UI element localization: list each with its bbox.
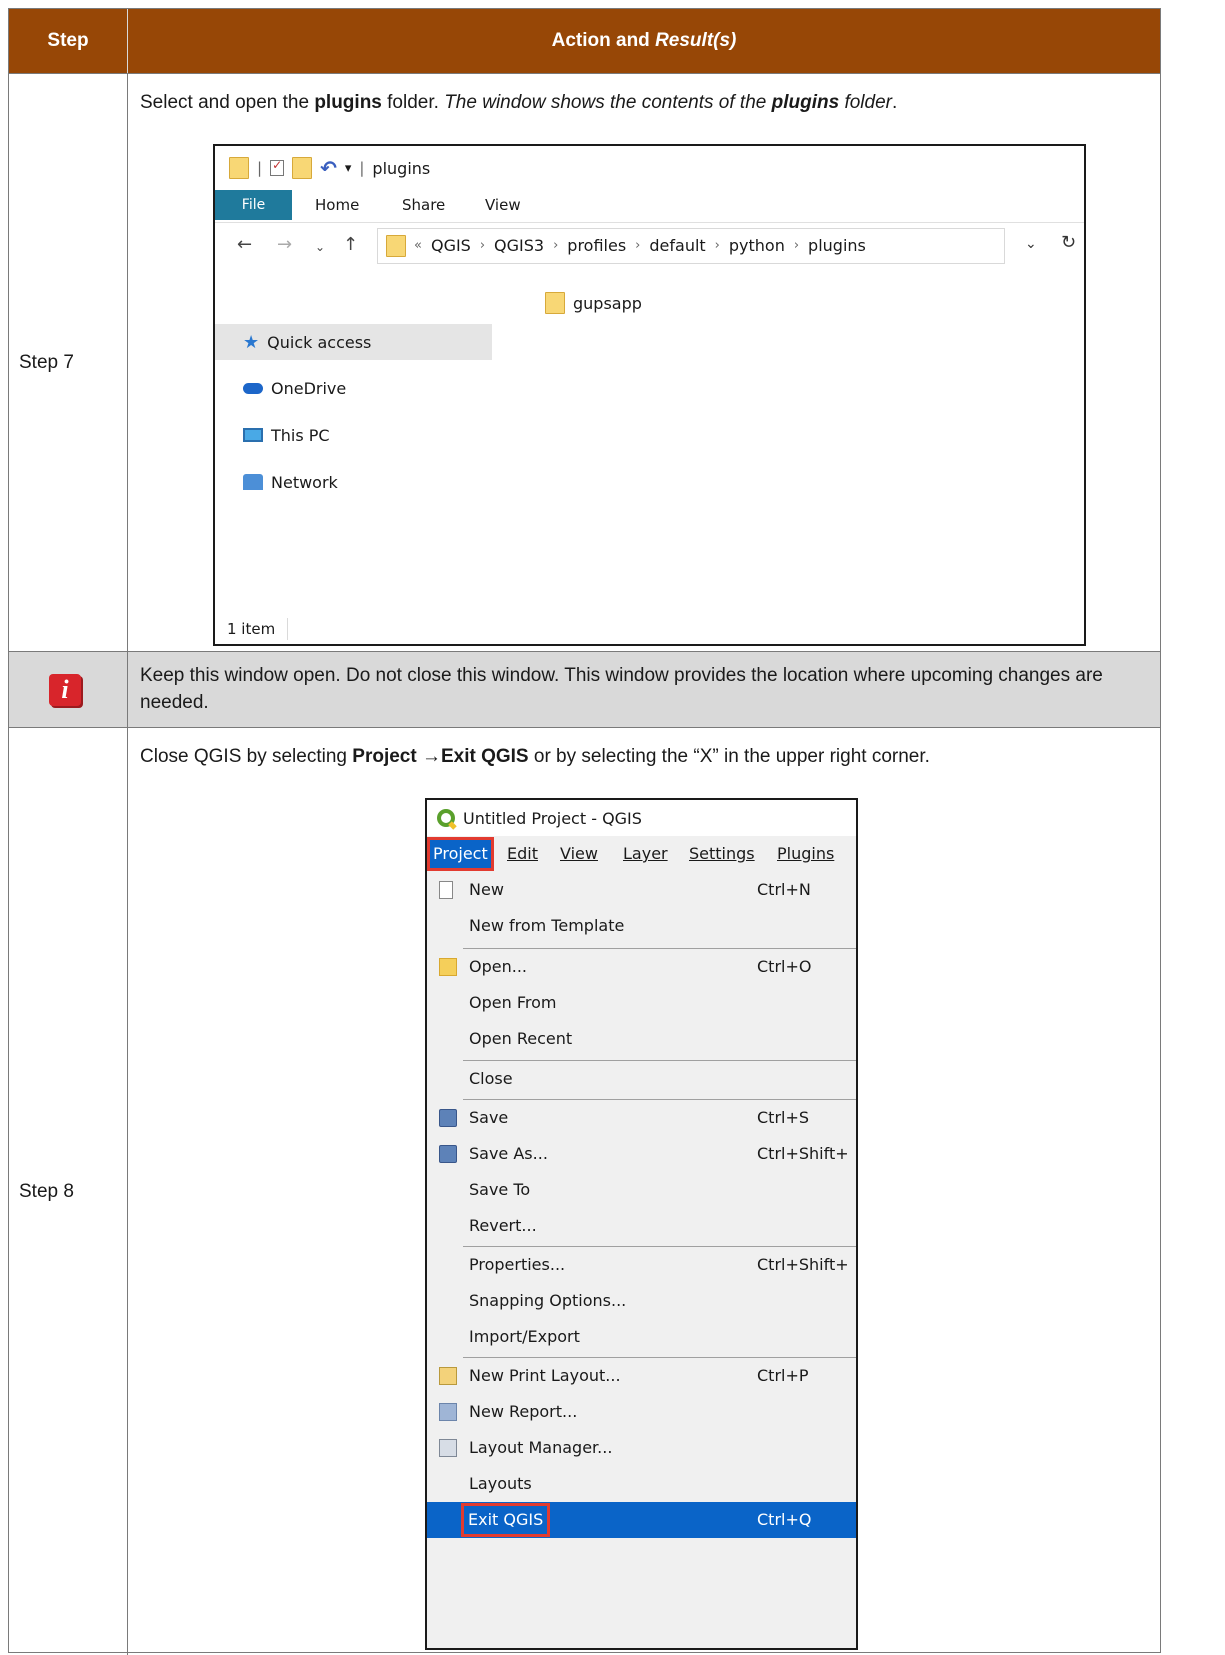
save-as-icon <box>439 1145 457 1163</box>
menu-layer[interactable]: Layer <box>623 837 668 871</box>
breadcrumb-qgis3[interactable]: QGIS3 <box>494 236 544 255</box>
breadcrumb-default[interactable]: default <box>649 236 705 255</box>
menu-item-layout-manager[interactable]: Layout Manager... <box>427 1430 856 1466</box>
menu-item-open[interactable]: Open... Ctrl+O <box>427 949 856 985</box>
sidebar-item-onedrive[interactable]: OneDrive <box>243 370 518 406</box>
item-count: 1 item <box>227 620 276 638</box>
navigation-pane: ★ Quick access OneDrive This PC Network <box>215 270 521 610</box>
forward-icon[interactable]: → <box>277 234 292 255</box>
tab-share[interactable]: Share <box>402 190 445 220</box>
chevron-down-icon[interactable]: ⌄ <box>1025 236 1037 252</box>
new-file-icon <box>439 881 453 899</box>
undo-icon[interactable]: ↶ <box>320 156 337 180</box>
up-icon[interactable]: ↑ <box>343 234 358 255</box>
header-step: Step <box>9 9 128 73</box>
menu-view[interactable]: View <box>560 837 598 871</box>
header-action: Action and Result(s) <box>551 30 737 51</box>
menu-item-save[interactable]: Save Ctrl+S <box>427 1100 856 1136</box>
customize-toolbar-icon[interactable]: ▾ <box>345 161 352 176</box>
menu-plugins[interactable]: Plugins <box>777 837 834 871</box>
sidebar-item-quick-access[interactable]: ★ Quick access <box>215 324 492 360</box>
refresh-icon[interactable]: ↻ <box>1061 232 1076 253</box>
tab-file[interactable]: File <box>215 190 292 220</box>
qgis-logo-icon <box>437 809 455 827</box>
menu-item-new-from-template[interactable]: New from Template <box>427 908 856 944</box>
qgis-window: Untitled Project - QGIS Project Edit Vie… <box>425 798 858 1650</box>
print-layout-icon <box>439 1367 457 1385</box>
address-bar-row: ← → ⌄ ↑ « QGIS › QGIS3 › profiles › defa… <box>215 228 1084 268</box>
star-icon: ★ <box>243 331 260 353</box>
menu-item-save-to[interactable]: Save To <box>427 1172 856 1208</box>
chevron-right-icon[interactable]: › <box>553 238 558 253</box>
breadcrumb-qgis[interactable]: QGIS <box>431 236 471 255</box>
menu-item-import-export[interactable]: Import/Export <box>427 1319 856 1355</box>
window-title: Untitled Project - QGIS <box>463 808 642 828</box>
ribbon-tabs: File Home Share View <box>215 188 1084 223</box>
menu-item-snapping-options[interactable]: Snapping Options... <box>427 1283 856 1319</box>
address-input[interactable]: « QGIS › QGIS3 › profiles › default › py… <box>377 228 1005 264</box>
chevron-right-icon[interactable]: › <box>715 238 720 253</box>
menu-bar: Project Edit View Layer Settings Plugins <box>427 837 856 871</box>
sidebar-item-this-pc[interactable]: This PC <box>243 417 518 453</box>
new-folder-icon[interactable] <box>292 157 313 179</box>
project-menu: New Ctrl+N New from Template Open... Ctrl+… <box>427 872 856 1648</box>
menu-item-new-report[interactable]: New Report... <box>427 1394 856 1430</box>
menu-item-save-as[interactable]: Save As... Ctrl+Shift+ <box>427 1136 856 1172</box>
step-label: Step 7 <box>19 352 74 373</box>
chevron-right-icon[interactable]: › <box>480 238 485 253</box>
folder-icon <box>386 235 406 257</box>
step-label: Step 8 <box>19 1180 74 1202</box>
folder-icon <box>229 157 249 179</box>
chevron-right-icon[interactable]: › <box>794 238 799 253</box>
network-icon <box>243 474 263 490</box>
breadcrumb-profiles[interactable]: profiles <box>567 236 626 255</box>
menu-item-layouts[interactable]: Layouts <box>427 1466 856 1502</box>
file-explorer-window: | ↶ ▾ | plugins File Home Share View ← → <box>213 144 1086 646</box>
folder-icon <box>439 958 457 976</box>
info-icon: i <box>49 674 81 706</box>
properties-icon[interactable] <box>270 158 285 176</box>
breadcrumb-plugins[interactable]: plugins <box>808 236 866 255</box>
table-header: Step Action and Result(s) <box>9 9 1160 73</box>
menu-settings[interactable]: Settings <box>689 837 755 871</box>
qgis-title-bar: Untitled Project - QGIS <box>427 800 856 836</box>
folder-icon <box>545 292 565 314</box>
step-8-instruction: Close QGIS by selecting Project →Exit QG… <box>140 746 930 767</box>
layout-manager-icon <box>439 1439 457 1457</box>
menu-item-open-recent[interactable]: Open Recent <box>427 1021 856 1057</box>
cloud-icon <box>243 382 263 394</box>
back-icon[interactable]: ← <box>237 234 252 255</box>
menu-item-revert[interactable]: Revert... <box>427 1208 856 1244</box>
step-8-row: Step 8 Close QGIS by selecting Project →… <box>9 727 1160 1655</box>
menu-item-close[interactable]: Close <box>427 1061 856 1097</box>
breadcrumb: « QGIS › QGIS3 › profiles › default › py… <box>414 236 866 255</box>
menu-item-properties[interactable]: Properties... Ctrl+Shift+ <box>427 1247 856 1283</box>
menu-edit[interactable]: Edit <box>507 837 538 871</box>
save-icon <box>439 1109 457 1127</box>
menu-item-new-print-layout[interactable]: New Print Layout... Ctrl+P <box>427 1358 856 1394</box>
sidebar-item-network[interactable]: Network <box>243 464 518 500</box>
menu-item-open-from[interactable]: Open From <box>427 985 856 1021</box>
tab-view[interactable]: View <box>485 190 521 220</box>
note-text: Keep this window open. Do not close this… <box>140 665 1103 713</box>
chevron-right-icon[interactable]: › <box>635 238 640 253</box>
step-7-instruction: Select and open the plugins folder. The … <box>140 92 898 113</box>
note-row: i Keep this window open. Do not close th… <box>9 651 1160 728</box>
file-list-item[interactable]: gupsapp <box>545 292 642 314</box>
breadcrumb-python[interactable]: python <box>729 236 785 255</box>
step-7-row: Step 7 Select and open the plugins folde… <box>9 73 1160 652</box>
status-bar: 1 item <box>215 614 1084 644</box>
procedure-table: Step Action and Result(s) Step 7 Select … <box>8 8 1161 1655</box>
quick-access-toolbar: | ↶ ▾ | plugins <box>229 154 430 182</box>
menu-item-exit-qgis[interactable]: Exit QGIS Ctrl+Q <box>427 1502 856 1538</box>
computer-icon <box>243 428 263 442</box>
recent-locations-icon[interactable]: ⌄ <box>315 240 325 254</box>
menu-item-new[interactable]: New Ctrl+N <box>427 872 856 908</box>
tab-home[interactable]: Home <box>315 190 359 220</box>
report-icon <box>439 1403 457 1421</box>
window-title: plugins <box>372 158 431 178</box>
menu-project[interactable]: Project <box>427 837 494 871</box>
